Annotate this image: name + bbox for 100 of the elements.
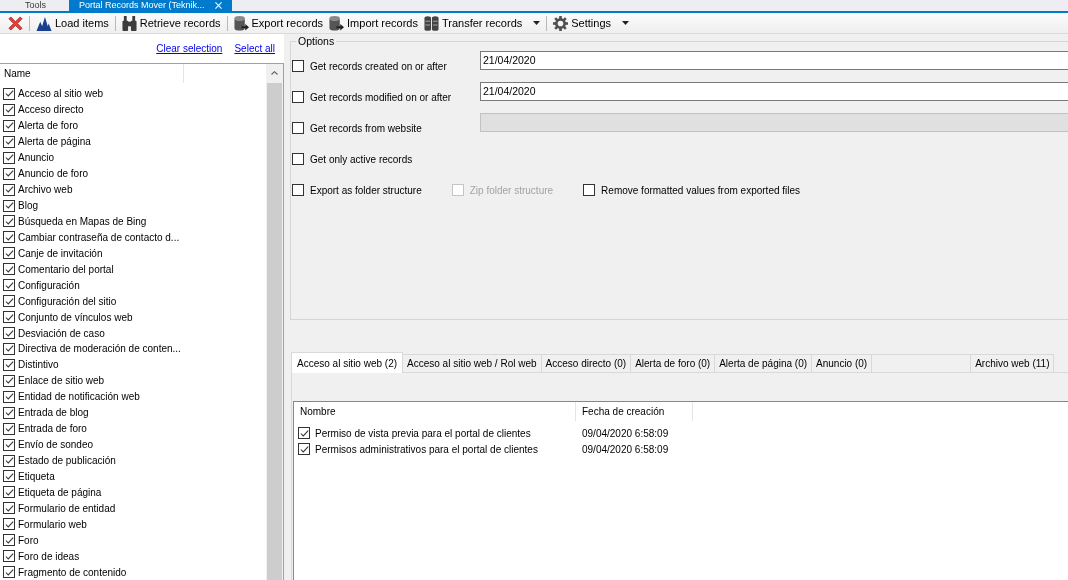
checkbox[interactable] [3, 215, 15, 228]
checkbox[interactable] [3, 311, 15, 324]
checkbox[interactable] [3, 103, 15, 116]
checkbox[interactable] [3, 374, 15, 387]
toolbar-button[interactable]: Import records [326, 13, 421, 33]
entity-label[interactable]: Estado de publicación [18, 455, 116, 467]
checkbox[interactable] [3, 327, 15, 340]
checkbox-label[interactable]: Get records created on or after [310, 60, 447, 72]
checkbox[interactable] [3, 390, 15, 403]
checkbox[interactable] [583, 184, 596, 196]
checkbox[interactable] [3, 295, 15, 308]
checkbox[interactable] [292, 60, 304, 72]
entity-label[interactable]: Fragmento de contenido [18, 566, 127, 578]
checkbox[interactable] [3, 167, 15, 180]
entity-label[interactable]: Formulario web [18, 518, 87, 530]
entity-label[interactable]: Entrada de foro [18, 423, 87, 435]
entity-label[interactable]: Alerta de página [18, 136, 91, 148]
checkbox[interactable] [3, 358, 15, 371]
entity-label[interactable]: Canje de invitación [18, 247, 103, 259]
tab[interactable]: Acceso directo (0) [540, 354, 632, 372]
entity-label[interactable]: Desviación de caso [18, 327, 105, 339]
checkbox[interactable] [292, 91, 304, 103]
checkbox[interactable] [3, 406, 15, 419]
entity-label[interactable]: Envío de sondeo [18, 439, 94, 451]
checkbox-label[interactable]: Get only active records [310, 153, 413, 165]
tab[interactable]: Archivo web (11) [970, 354, 1055, 372]
checkbox[interactable] [3, 566, 15, 579]
close-icon[interactable] [214, 2, 222, 9]
entity-label[interactable]: Acceso directo [18, 104, 84, 116]
document-tab[interactable]: Portal Records Mover (Teknik... [69, 0, 232, 11]
scrollbar-thumb[interactable] [267, 83, 282, 580]
checkbox[interactable] [3, 87, 15, 100]
checkbox[interactable] [3, 454, 15, 467]
entity-label[interactable]: Entrada de blog [18, 407, 89, 419]
checkbox[interactable] [3, 119, 15, 132]
entity-label[interactable]: Comentario del portal [18, 263, 114, 275]
checkbox[interactable] [292, 153, 304, 165]
document-tab[interactable]: Tools [16, 0, 55, 11]
entity-label[interactable]: Anuncio [18, 152, 55, 164]
checkbox[interactable] [3, 247, 15, 260]
scrollbar[interactable] [266, 64, 283, 580]
checkbox[interactable] [298, 427, 310, 439]
checkbox[interactable] [3, 263, 15, 276]
toolbar-button[interactable]: Load items [33, 13, 112, 33]
checkbox[interactable] [3, 231, 15, 244]
tick-icon [4, 520, 14, 528]
tick-icon [4, 361, 14, 369]
checkbox-label[interactable]: Remove formatted values from exported files [601, 184, 801, 196]
entity-label[interactable]: Configuración [18, 279, 80, 291]
entity-label[interactable]: Acceso al sitio web [18, 88, 104, 100]
checkbox[interactable] [3, 279, 15, 292]
checkbox[interactable] [3, 183, 15, 196]
link[interactable]: Select all [234, 43, 275, 54]
checkbox[interactable] [3, 438, 15, 451]
date-field[interactable]: 21/04/2020 [480, 82, 1068, 101]
entity-label[interactable]: Foro [18, 534, 39, 546]
checkbox[interactable] [3, 518, 15, 531]
toolbar-button[interactable]: Transfer records [420, 13, 544, 33]
entity-label[interactable]: Etiqueta [18, 470, 55, 482]
checkbox[interactable] [292, 122, 304, 134]
checkbox-label[interactable]: Export as folder structure [310, 184, 422, 196]
toolbar-button[interactable]: Export records [230, 13, 327, 33]
close-button[interactable] [5, 13, 26, 33]
checkbox[interactable] [3, 342, 15, 355]
entity-label[interactable]: Búsqueda en Mapas de Bing [18, 215, 147, 227]
entity-label[interactable]: Configuración del sitio [18, 295, 117, 307]
entity-label[interactable]: Directiva de moderación de conten... [18, 343, 181, 355]
entity-label[interactable]: Blog [18, 200, 38, 212]
link[interactable]: Clear selection [156, 43, 223, 54]
entity-label[interactable]: Entidad de notificación web [18, 391, 140, 403]
checkbox-label[interactable]: Get records modified on or after [310, 91, 452, 103]
entity-label[interactable]: Etiqueta de página [18, 486, 102, 498]
checkbox[interactable] [3, 534, 15, 547]
entity-label[interactable]: Anuncio de foro [18, 168, 89, 180]
tab[interactable]: Alerta de foro (0) [630, 354, 716, 372]
entity-label[interactable]: Conjunto de vínculos web [18, 311, 133, 323]
entity-label[interactable]: Alerta de foro [18, 120, 79, 132]
checkbox[interactable] [3, 199, 15, 212]
entity-label[interactable]: Distintivo [18, 359, 59, 371]
checkbox[interactable] [3, 135, 15, 148]
checkbox[interactable] [3, 151, 15, 164]
date-field[interactable]: 21/04/2020 [480, 51, 1068, 70]
checkbox[interactable] [292, 184, 304, 196]
checkbox-label[interactable]: Get records from website [310, 122, 422, 134]
entity-label[interactable]: Cambiar contraseña de contacto d... [18, 231, 180, 243]
tab[interactable]: Alerta de página (0) [714, 354, 813, 372]
checkbox[interactable] [298, 443, 310, 455]
checkbox[interactable] [3, 470, 15, 483]
entity-label[interactable]: Formulario de entidad [18, 502, 116, 514]
entity-label[interactable]: Archivo web [18, 184, 73, 196]
checkbox[interactable] [3, 502, 15, 515]
checkbox[interactable] [3, 486, 15, 499]
entity-label[interactable]: Enlace de sitio web [18, 375, 105, 387]
entity-label[interactable]: Foro de ideas [18, 550, 80, 562]
checkbox[interactable] [3, 422, 15, 435]
checkbox[interactable] [3, 550, 15, 563]
toolbar-button[interactable]: Settings [550, 13, 632, 33]
toolbar-button[interactable]: Retrieve records [118, 13, 224, 33]
tab[interactable]: Acceso al sitio web (2) [291, 352, 404, 373]
tab[interactable]: Anuncio (0) [811, 354, 873, 372]
